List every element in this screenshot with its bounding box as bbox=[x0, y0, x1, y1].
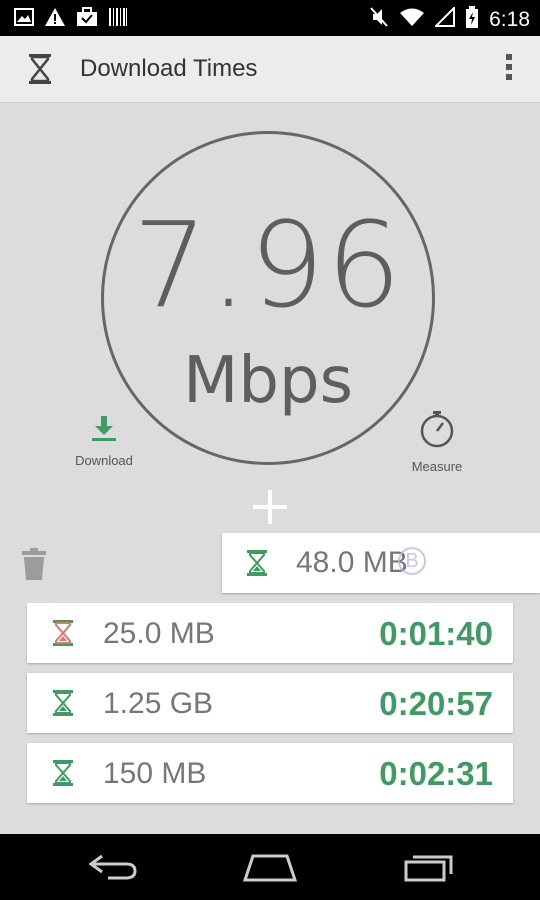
battery-charging-icon bbox=[465, 6, 479, 33]
download-button[interactable]: Download bbox=[64, 414, 144, 468]
page-title: Download Times bbox=[80, 55, 258, 82]
plus-icon[interactable] bbox=[253, 490, 287, 529]
wifi-icon bbox=[399, 7, 425, 32]
measure-label: Measure bbox=[411, 459, 463, 474]
image-icon bbox=[14, 8, 34, 31]
stopwatch-icon bbox=[418, 411, 456, 452]
hourglass-icon bbox=[52, 759, 74, 792]
trash-icon[interactable] bbox=[21, 547, 47, 586]
hourglass-icon bbox=[246, 549, 268, 582]
navigation-bar bbox=[0, 834, 540, 900]
speed-unit: Mbps bbox=[183, 344, 353, 418]
status-bar: 6:18 bbox=[0, 0, 540, 36]
briefcase-icon bbox=[76, 7, 98, 32]
hourglass-icon bbox=[52, 619, 74, 652]
item-time: 0:20:57 bbox=[379, 685, 493, 722]
recent-apps-icon[interactable] bbox=[404, 852, 454, 887]
signal-icon bbox=[433, 5, 456, 32]
item-time: 0:01:40 bbox=[379, 615, 493, 652]
barcode-icon bbox=[108, 7, 128, 32]
item-size: 25.0 MB bbox=[103, 617, 215, 650]
download-arrow-icon bbox=[89, 416, 119, 446]
warning-icon bbox=[44, 7, 66, 32]
list-item[interactable]: 150 MB 0:02:31 bbox=[27, 743, 513, 803]
measure-button[interactable]: Measure bbox=[398, 410, 476, 474]
speed-gauge[interactable]: 7.96 Mbps bbox=[101, 131, 435, 465]
list-item[interactable]: 25.0 MB 0:01:40 bbox=[27, 603, 513, 663]
new-entry-card: B bbox=[222, 533, 540, 593]
hourglass-icon bbox=[52, 689, 74, 722]
download-label: Download bbox=[75, 453, 133, 468]
overflow-menu-icon[interactable] bbox=[504, 54, 514, 84]
unit-toggle[interactable]: B bbox=[398, 547, 426, 575]
mute-icon bbox=[369, 6, 389, 33]
list-item[interactable]: 1.25 GB 0:20:57 bbox=[27, 673, 513, 733]
hourglass-icon bbox=[27, 53, 53, 90]
status-time: 6:18 bbox=[489, 7, 530, 31]
back-icon[interactable] bbox=[88, 852, 138, 887]
home-icon[interactable] bbox=[242, 852, 298, 887]
item-size: 150 MB bbox=[103, 757, 207, 790]
item-time: 0:02:31 bbox=[379, 755, 493, 792]
speed-value: 7.96 bbox=[132, 196, 404, 334]
item-size: 1.25 GB bbox=[103, 687, 214, 720]
action-bar: Download Times bbox=[0, 36, 540, 103]
